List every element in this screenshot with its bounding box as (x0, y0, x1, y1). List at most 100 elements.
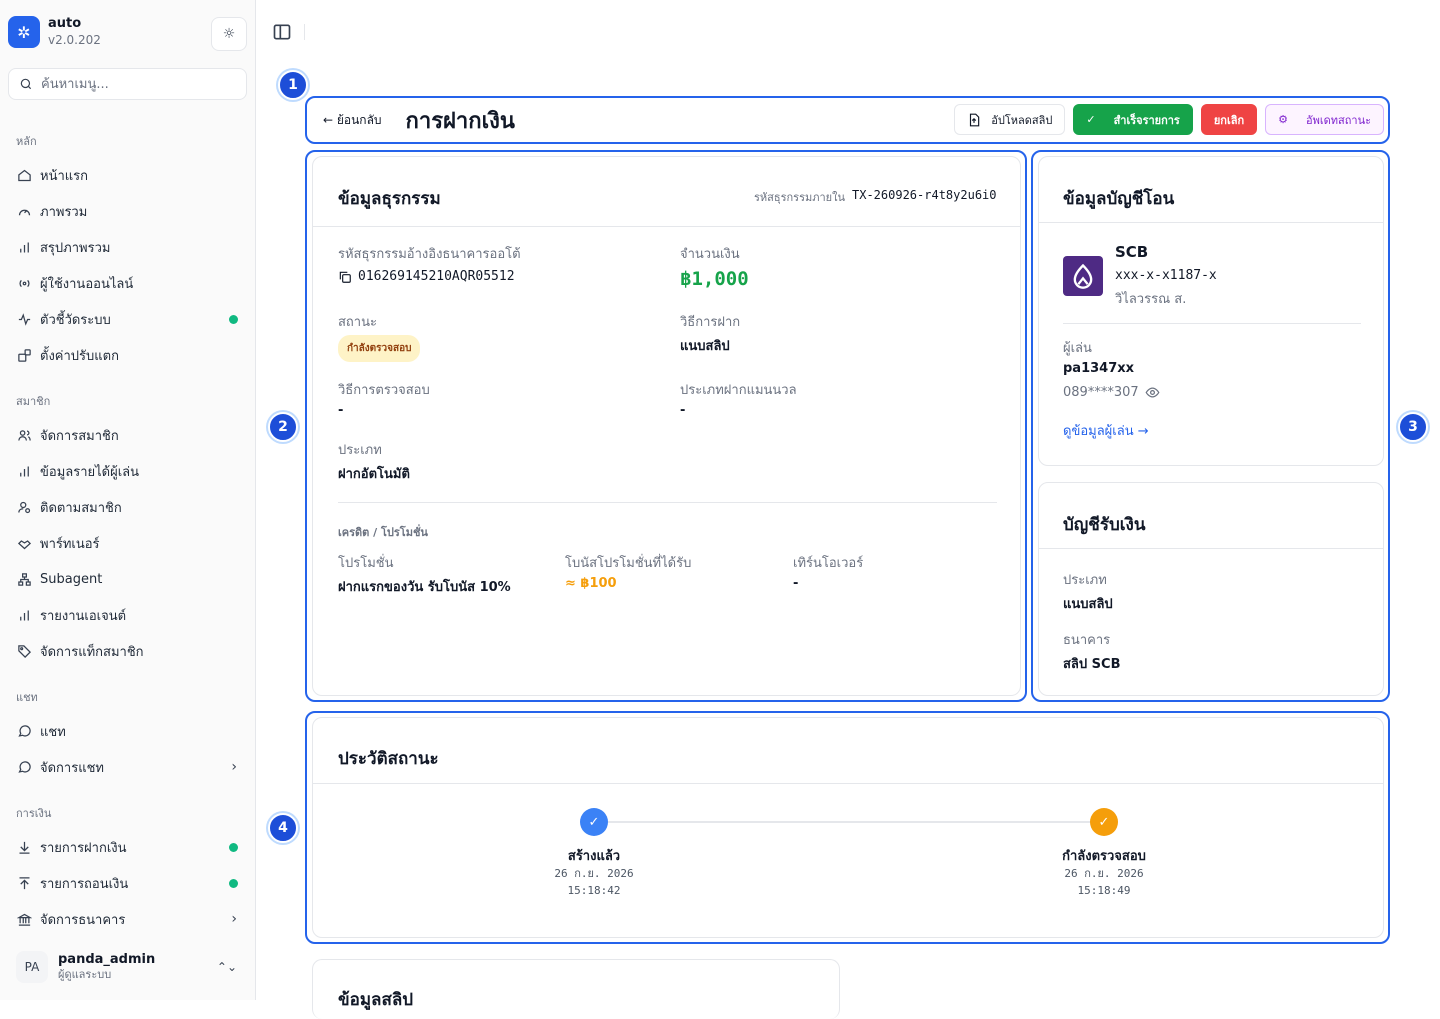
tag-icon (16, 643, 32, 659)
receiver-account-card: บัญชีรับเงิน ประเภท แนบสลิป ธนาคาร สลิป … (1038, 482, 1384, 696)
promo-label: โปรโมชั่น (338, 556, 394, 571)
home-icon (16, 167, 32, 183)
sidebar-item-manage-chat[interactable]: จัดการแชท › (8, 751, 247, 783)
cancel-button[interactable]: ยกเลิก (1200, 104, 1258, 135)
check-icon: ✓ (1086, 113, 1096, 126)
handshake-icon (16, 535, 32, 551)
sidebar-item-label: ภาพรวม (40, 204, 88, 220)
sidebar-item-manage-members[interactable]: จัดการสมาชิก (8, 419, 247, 451)
sidebar-item-withdrawals[interactable]: รายการถอนเงิน (8, 867, 247, 899)
divider (1063, 323, 1361, 324)
sidebar-item-member-tags[interactable]: จัดการแท็กสมาชิก (8, 635, 247, 667)
chat-icon (16, 759, 32, 775)
receiver-bank-value: สลิป SCB (1063, 657, 1121, 672)
bonus-label: โบนัสโปรโมชั่นที่ได้รับ (565, 556, 692, 571)
eye-icon[interactable] (1145, 385, 1160, 400)
update-status-label: อัพเดทสถานะ (1306, 113, 1371, 127)
marker-1: 1 (278, 70, 308, 100)
timeline-step-label: สร้างแล้ว (567, 849, 621, 864)
file-upload-icon (970, 113, 980, 126)
copy-icon[interactable] (338, 270, 352, 284)
gear-icon: ⚙ (1278, 113, 1288, 126)
sidebar-item-settings[interactable]: ตั้งค่าปรับแตก (8, 339, 247, 371)
sidebar-item-label: จัดการธนาคาร (40, 912, 126, 928)
chat-icon (16, 723, 32, 739)
slip-info-card: ข้อมูลสลิป (312, 959, 840, 1019)
brand[interactable]: ✲ auto v2.0.202 (8, 16, 101, 48)
timeline-step-reviewing-check-icon: ✓ (1090, 808, 1118, 836)
complete-button[interactable]: ✓ สำเร็จรายการ (1073, 104, 1193, 135)
sidebar-item-manage-banks[interactable]: จัดการธนาคาร › (8, 903, 247, 935)
status-badge: กำลังตรวจสอบ (338, 335, 421, 362)
boxes-icon (16, 347, 32, 363)
upload-icon (16, 875, 32, 891)
sidebar-toggle-icon[interactable] (272, 22, 292, 42)
sidebar-item-chat[interactable]: แชท (8, 715, 247, 747)
internal-id: TX-260926-r4t8y2u6i0 (852, 188, 997, 202)
bank-ref-row: 016269145210AQR05512 (338, 269, 515, 284)
status-history-card: ประวัติสถานะ ✓ สร้างแล้ว 26 ก.ย. 2026 15… (312, 717, 1384, 938)
sidebar-item-home[interactable]: หน้าแรก (8, 159, 247, 191)
bank-ref-label: รหัสธุรกรรมอ้างอิงธนาคารออโต้ (338, 247, 521, 262)
sidebar-item-summary[interactable]: สรุปภาพรวม (8, 231, 247, 263)
transaction-title: ข้อมูลธุรกรรม (338, 189, 441, 209)
sidebar-item-label: รายงานเอเจนต์ (40, 608, 127, 624)
timeline-step-label: กำลังตรวจสอบ (1062, 849, 1146, 864)
phone-row: 089****307 (1063, 385, 1160, 400)
avatar: PA (16, 951, 48, 983)
section-label-finance: การเงิน (16, 807, 52, 820)
user-menu[interactable]: PA panda_admin ผู้ดูแลระบบ ⌃⌄ (8, 944, 247, 990)
upload-slip-button[interactable]: อัปโหลดสลิป (954, 104, 1066, 135)
turnover-value: - (793, 576, 799, 591)
status-label: สถานะ (338, 315, 377, 330)
view-player-link[interactable]: ดูข้อมูลผู้เล่น → (1063, 420, 1149, 441)
receiver-bank-label: ธนาคาร (1063, 633, 1111, 648)
update-status-button[interactable]: ⚙ อัพเดทสถานะ (1265, 104, 1384, 135)
broadcast-icon (16, 275, 32, 291)
sidebar-item-label: จัดการแท็กสมาชิก (40, 644, 144, 660)
sidebar-item-label: สรุปภาพรวม (40, 240, 111, 256)
sidebar-item-label: หน้าแรก (40, 168, 88, 184)
marker-2: 2 (268, 412, 298, 442)
page-title: การฝากเงิน (405, 108, 515, 134)
sidebar-item-deposits[interactable]: รายการฝากเงิน (8, 831, 247, 863)
receiver-type-label: ประเภท (1063, 573, 1107, 588)
player-label: ผู้เล่น (1063, 341, 1092, 356)
scb-bank-logo-icon (1063, 256, 1103, 296)
section-label-main: หลัก (16, 135, 37, 148)
chevron-right-icon: › (231, 911, 237, 927)
receiver-type-value: แนบสลิป (1063, 597, 1113, 612)
user-role: ผู้ดูแลระบบ (58, 968, 112, 981)
network-icon (16, 571, 32, 587)
manual-type-value: - (680, 403, 686, 418)
section-label-chat: แชท (16, 691, 38, 704)
search-icon (20, 78, 32, 90)
sidebar-item-label: แชท (40, 724, 66, 740)
method-value: แนบสลิป (680, 339, 730, 354)
divider (304, 24, 305, 40)
marker-3: 3 (1398, 412, 1428, 442)
sidebar-item-partner[interactable]: พาร์ทเนอร์ (8, 527, 247, 559)
sidebar-item-track-members[interactable]: ติดตามสมาชิก (8, 491, 247, 523)
sidebar-item-online-users[interactable]: ผู้ใช้งานออนไลน์ (8, 267, 247, 299)
sidebar-item-overview[interactable]: ภาพรวม (8, 195, 247, 227)
timeline-step-time: 15:18:42 (567, 884, 621, 897)
sidebar-item-agent-report[interactable]: รายงานเอเจนต์ (8, 599, 247, 631)
sidebar-item-player-income[interactable]: ข้อมูลรายได้ผู้เล่น (8, 455, 247, 487)
sender-account-card: ข้อมูลบัญชีโอน SCB xxx-x-x1187-x วิไลวรร… (1038, 156, 1384, 466)
divider (338, 502, 997, 503)
user-search-icon (16, 499, 32, 515)
timeline-step-time: 15:18:49 (1077, 884, 1131, 897)
amount-label: จำนวนเงิน (680, 247, 740, 262)
bar-chart-icon (16, 463, 32, 479)
sidebar-item-subagent[interactable]: Subagent (8, 563, 247, 595)
theme-toggle-button[interactable]: ☼ (211, 17, 247, 51)
menu-search (8, 68, 247, 100)
sidebar-item-system-metrics[interactable]: ตัวชี้วัดระบบ (8, 303, 247, 335)
timeline-step-date: 26 ก.ย. 2026 (554, 867, 634, 880)
status-dot (229, 314, 238, 324)
sidebar-item-label: พาร์ทเนอร์ (40, 536, 100, 552)
status-dot (229, 842, 238, 852)
back-link[interactable]: ← ย้อนกลับ (323, 111, 382, 130)
menu-search-input[interactable] (41, 76, 231, 92)
